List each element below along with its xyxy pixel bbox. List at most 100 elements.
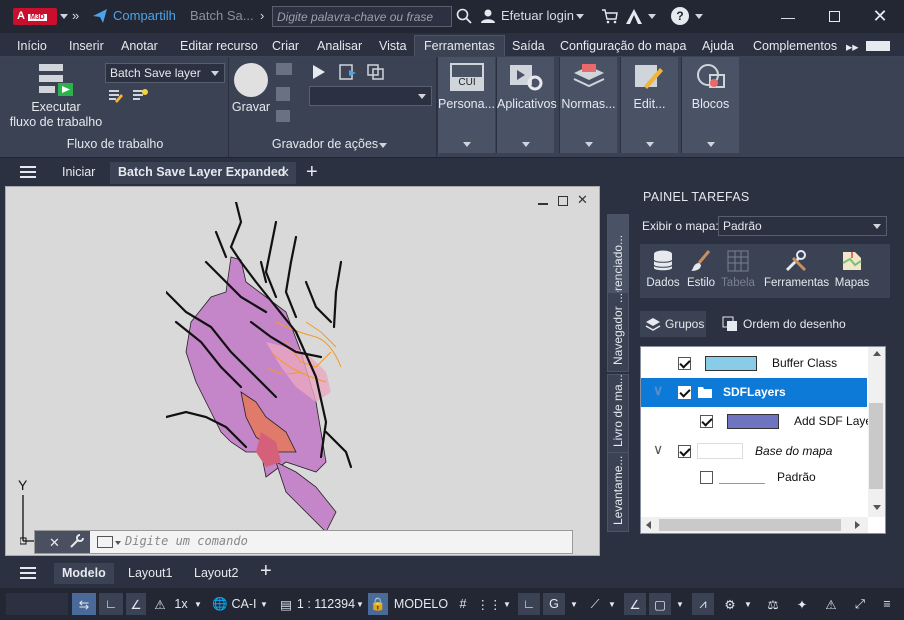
ortho-icon[interactable]: ∟ <box>99 593 123 615</box>
tab-layout2[interactable]: Layout2 <box>186 563 246 584</box>
close-button[interactable]: ✕ <box>857 0 903 33</box>
layer-visibility-checkbox[interactable] <box>700 415 713 428</box>
search-input[interactable]: Digite palavra-chave ou frase <box>272 6 452 27</box>
edit-button[interactable]: Edit... <box>620 57 678 153</box>
command-input[interactable]: Digite um comando <box>125 534 248 548</box>
polar-caret-icon[interactable]: ▼ <box>568 593 580 615</box>
app-logo[interactable]: A M3D <box>13 8 57 25</box>
action-macro-select[interactable] <box>309 86 432 106</box>
tab-map-book[interactable]: Livro de ma... <box>607 374 629 454</box>
layer-row-padrao[interactable]: Padrão <box>641 463 867 492</box>
customize-button[interactable]: CUI Persona... <box>437 57 495 153</box>
actions-list-icon[interactable] <box>339 64 357 80</box>
maps-button[interactable]: Mapas <box>832 249 872 289</box>
layer-row-buffer-class[interactable]: Buffer Class <box>641 349 867 378</box>
tab-layout1[interactable]: Layout1 <box>120 563 180 584</box>
draw-order-button[interactable]: Ordem do desenho <box>719 311 859 337</box>
command-history-caret-icon[interactable] <box>115 541 121 545</box>
preferences-icon[interactable] <box>367 64 385 80</box>
recorder-expand-caret-icon[interactable] <box>379 143 387 148</box>
polar-icon[interactable]: ∠ <box>126 593 146 615</box>
tree-horizontal-scrollbar[interactable] <box>641 517 868 533</box>
snap-grid-caret-icon[interactable]: ▼ <box>501 593 513 615</box>
maximize-button[interactable] <box>811 0 857 33</box>
new-workflow-icon[interactable] <box>132 88 148 104</box>
run-workflow-icon[interactable] <box>38 63 74 97</box>
annotation-scale-icon[interactable]: ⚠ <box>152 593 168 615</box>
annotation-scale-caret-icon[interactable]: ▼ <box>192 593 204 615</box>
tab-inserir[interactable]: Inserir <box>69 36 104 57</box>
tab-ajuda[interactable]: Ajuda <box>702 36 734 57</box>
edit-workflow-icon[interactable] <box>108 88 124 104</box>
tree-vertical-scrollbar[interactable] <box>868 347 885 517</box>
layer-visibility-checkbox[interactable] <box>678 357 691 370</box>
object-snap-icon[interactable]: ▢ <box>649 593 671 615</box>
viewport-minimize-icon[interactable] <box>538 203 548 205</box>
data-button[interactable]: Dados <box>646 249 680 289</box>
command-settings-icon[interactable] <box>69 533 85 549</box>
app-menu-caret-icon[interactable] <box>60 14 68 19</box>
map-select[interactable]: Padrão <box>718 216 887 236</box>
tab-analisar[interactable]: Analisar <box>317 36 362 57</box>
groups-button[interactable]: Grupos <box>640 311 706 337</box>
record-icon[interactable] <box>234 63 268 97</box>
record-label[interactable]: Gravar <box>226 100 276 114</box>
run-workflow-label-2[interactable]: fluxo de trabalho <box>6 115 106 129</box>
run-workflow-label-1[interactable]: Executar <box>20 100 92 114</box>
map-scale[interactable]: 1 : 112394 <box>296 593 356 615</box>
command-history-icon[interactable] <box>97 536 113 548</box>
autodesk-icon[interactable] <box>626 9 642 24</box>
object-snap-tracking-icon[interactable]: ∠ <box>624 593 646 615</box>
close-tab-icon[interactable]: ✕ <box>280 165 290 180</box>
workspace-caret-icon[interactable]: ▼ <box>742 593 754 615</box>
annotation-visibility-icon[interactable]: ⩘ <box>692 593 714 615</box>
help-icon[interactable]: ? <box>671 7 689 25</box>
warning-icon[interactable]: ⚠ <box>820 593 842 615</box>
coordsys-caret-icon[interactable]: ▼ <box>258 593 270 615</box>
user-icon[interactable] <box>480 8 496 24</box>
collapse-chevron-icon[interactable]: ∨ <box>653 441 663 458</box>
group-visibility-checkbox[interactable] <box>678 386 691 399</box>
login-button[interactable]: Efetuar login <box>501 8 574 23</box>
quick-access-more-icon[interactable]: » <box>72 8 79 23</box>
tab-vista[interactable]: Vista <box>379 36 407 57</box>
tab-ferramentas[interactable]: Ferramentas <box>414 35 505 56</box>
search-icon[interactable] <box>456 8 472 24</box>
map-scale-icon[interactable]: ▤ <box>276 593 296 615</box>
workspace-gear-icon[interactable]: ⚙ <box>719 593 741 615</box>
command-grip[interactable]: ✕ <box>35 531 90 553</box>
object-snap-caret-icon[interactable]: ▼ <box>674 593 686 615</box>
globe-icon[interactable]: 🌐 <box>210 593 230 615</box>
tab-saida[interactable]: Saída <box>512 36 545 57</box>
grid-icon[interactable]: # <box>452 593 474 615</box>
style-button[interactable]: Estilo <box>684 249 718 289</box>
layer-tree[interactable]: Buffer Class ∨ SDFLayers Add SDF Laye ∨ … <box>640 346 886 534</box>
command-close-icon[interactable]: ✕ <box>49 535 60 551</box>
tab-editar-recurso[interactable]: Editar recurso <box>180 36 258 57</box>
workflow-select[interactable]: Batch Save layer <box>105 63 225 83</box>
isolate-objects-icon[interactable]: ⚖ <box>762 593 784 615</box>
ribbon-toggle-icon[interactable] <box>866 41 890 51</box>
tab-inicio[interactable]: Início <box>17 36 47 57</box>
autodesk-caret-icon[interactable] <box>648 14 656 19</box>
group-row-base-map[interactable]: ∨ Base do mapa <box>641 437 867 466</box>
expand-search-icon[interactable]: › <box>260 8 264 23</box>
new-tab-icon[interactable]: + <box>306 161 318 184</box>
collapse-chevron-icon[interactable]: ∨ <box>653 382 663 399</box>
lock-icon[interactable]: 🔒 <box>368 593 388 615</box>
standards-button[interactable]: Normas... <box>559 57 617 153</box>
add-layout-icon[interactable]: + <box>260 560 272 583</box>
layer-visibility-checkbox[interactable] <box>700 471 713 484</box>
tab-survey[interactable]: Levantame... <box>607 452 629 532</box>
cart-icon[interactable] <box>602 9 618 24</box>
tab-anotar[interactable]: Anotar <box>121 36 158 57</box>
viewport-close-icon[interactable]: ✕ <box>577 192 588 208</box>
group-visibility-checkbox[interactable] <box>678 445 691 458</box>
tab-model[interactable]: Modelo <box>54 563 114 584</box>
share-label[interactable]: Compartilh <box>113 8 176 23</box>
tab-complementos[interactable]: Complementos <box>753 36 837 57</box>
drawing-canvas[interactable]: ✕ Y ✕ Digite um comando <box>5 186 600 556</box>
coordinate-system[interactable]: CA-I <box>230 593 258 615</box>
ortho-mode-icon[interactable]: ∟ <box>518 593 540 615</box>
group-row-sdflayers[interactable]: ∨ SDFLayers <box>641 378 867 407</box>
